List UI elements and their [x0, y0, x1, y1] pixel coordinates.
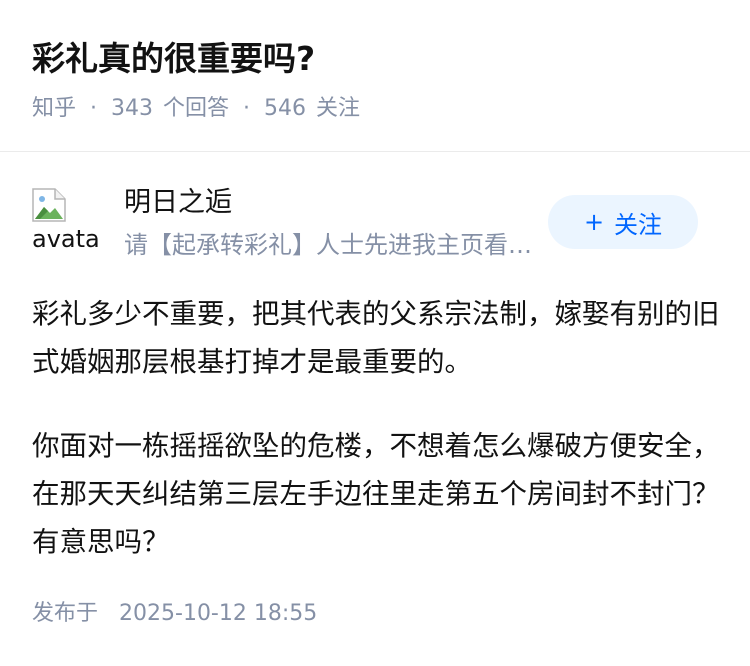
question-header: 彩礼真的很重要吗? 知乎 · 343 个回答 · 546 关注	[0, 0, 750, 151]
answer-count-label: 个回答	[163, 96, 230, 121]
answer-paragraph: 彩礼多少不重要，把其代表的父系宗法制，嫁娶有别的旧式婚姻那层根基打掉才是最重要的…	[32, 298, 720, 378]
publish-date: 2025-10-12 18:55	[119, 601, 318, 626]
answer-content: 彩礼多少不重要，把其代表的父系宗法制，嫁娶有别的旧式婚姻那层根基打掉才是最重要的…	[32, 290, 722, 566]
answer-count: 343	[111, 96, 154, 121]
publish-label: 发布于	[32, 601, 99, 626]
follower-count-label: 关注	[316, 96, 361, 121]
source-label[interactable]: 知乎	[32, 93, 76, 125]
answer-card: avatar 明日之逅 请【起承转彩礼】人士先进我主页看看我对彩礼的态度 + 关…	[0, 152, 750, 666]
question-meta: 知乎 · 343 个回答 · 546 关注	[32, 93, 360, 125]
answer-paragraph: 你面对一栋摇摇欲坠的危楼，不想着怎么爆破方便安全，在那天天纠结第三层左手边往里走…	[32, 430, 720, 558]
author-bio: 请【起承转彩礼】人士先进我主页看看我对彩礼的态度	[124, 231, 536, 259]
author-avatar[interactable]: avatar	[32, 188, 98, 254]
plus-icon: +	[583, 208, 605, 236]
meta-separator: ·	[243, 96, 251, 121]
question-title[interactable]: 彩礼真的很重要吗?	[32, 36, 315, 82]
avatar-alt-text: avatar	[32, 225, 98, 253]
meta-separator: ·	[90, 96, 98, 121]
broken-image-icon	[32, 188, 66, 222]
follow-button-label: 关注	[614, 210, 663, 239]
follow-button[interactable]: + 关注	[548, 195, 698, 249]
follower-count: 546	[264, 96, 307, 121]
publish-time[interactable]: 发布于 2025-10-12 18:55	[32, 598, 317, 630]
author-name[interactable]: 明日之逅	[124, 184, 232, 222]
